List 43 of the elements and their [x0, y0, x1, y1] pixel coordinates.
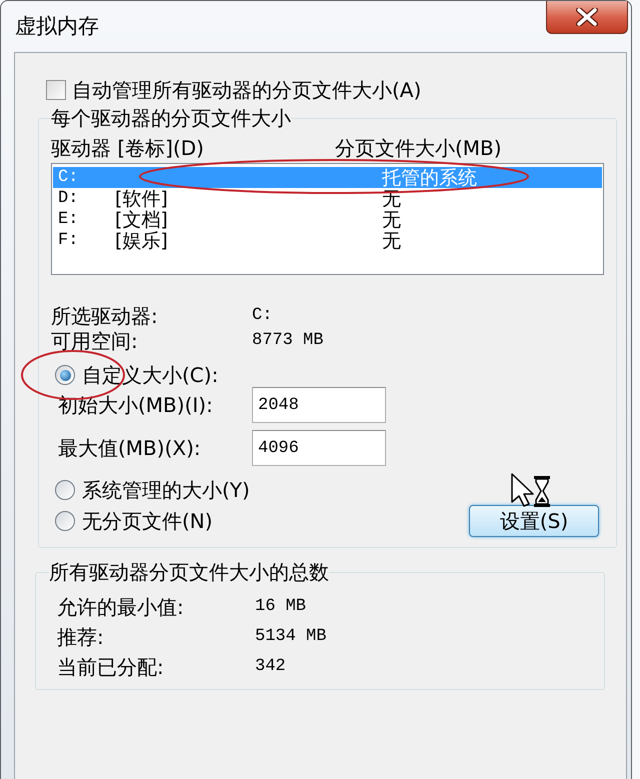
checkbox[interactable] — [46, 80, 66, 100]
drive-letter: E: — [58, 210, 80, 230]
checkbox-label[interactable]: 自动管理所有驱动器的分页文件大小(A) — [72, 78, 422, 102]
paging-file-size: 无 — [382, 230, 401, 250]
info-label: 可用空间: — [51, 328, 139, 352]
radio-button[interactable] — [55, 365, 75, 385]
paging-file-size: 无 — [382, 188, 401, 208]
volume-label: [娱乐] — [115, 230, 168, 250]
drive-list[interactable]: C: 托管的系统 D: [软件] 无 E: [文档] 无 F: [娱乐] 无 — [51, 163, 604, 275]
group-title: 所有驱动器分页文件大小的总数 — [49, 560, 329, 584]
drive-letter: F: — [58, 230, 80, 250]
paging-file-size: 无 — [382, 210, 401, 230]
paging-file-size: 托管的系统 — [382, 168, 477, 188]
drive-letter: C: — [58, 168, 80, 188]
volume-label: [软件] — [115, 188, 168, 208]
drive-row[interactable]: E: [文档] 无 — [53, 209, 602, 230]
input-field[interactable]: 4096 — [252, 430, 386, 466]
drive-row[interactable]: D: [软件] 无 — [53, 188, 602, 209]
group-title: 每个驱动器的分页文件大小 — [51, 106, 291, 130]
input-field[interactable]: 2048 — [252, 387, 386, 423]
close-button[interactable] — [546, 1, 628, 34]
drive-letter: D: — [58, 188, 80, 208]
field-label: 最大值(MB)(X): — [57, 436, 202, 460]
info-value: 8773 MB — [252, 330, 324, 352]
column-header: 分页文件大小(MB) — [335, 136, 502, 160]
info-label: 推荐: — [56, 625, 105, 649]
window-title: 虚拟内存 — [15, 13, 99, 40]
info-label: 所选驱动器: — [51, 304, 159, 328]
drive-row[interactable]: F: [娱乐] 无 — [53, 230, 602, 251]
info-label: 允许的最小值: — [56, 595, 185, 619]
info-value: C: — [252, 304, 272, 326]
info-value: 5134 MB — [255, 626, 326, 648]
column-header: 驱动器 [卷标](D) — [51, 136, 205, 160]
volume-label: [文档] — [115, 210, 168, 230]
info-label: 当前已分配: — [56, 655, 165, 679]
info-value: 342 — [255, 656, 286, 678]
radio-button[interactable] — [55, 480, 75, 500]
set-button[interactable]: 设置(S) — [469, 505, 599, 537]
info-value: 16 MB — [255, 596, 306, 618]
radio-button[interactable] — [55, 511, 75, 531]
radio-label[interactable]: 系统管理的大小(Y) — [82, 478, 250, 502]
radio-label[interactable]: 无分页文件(N) — [82, 509, 213, 533]
close-icon — [576, 8, 598, 26]
